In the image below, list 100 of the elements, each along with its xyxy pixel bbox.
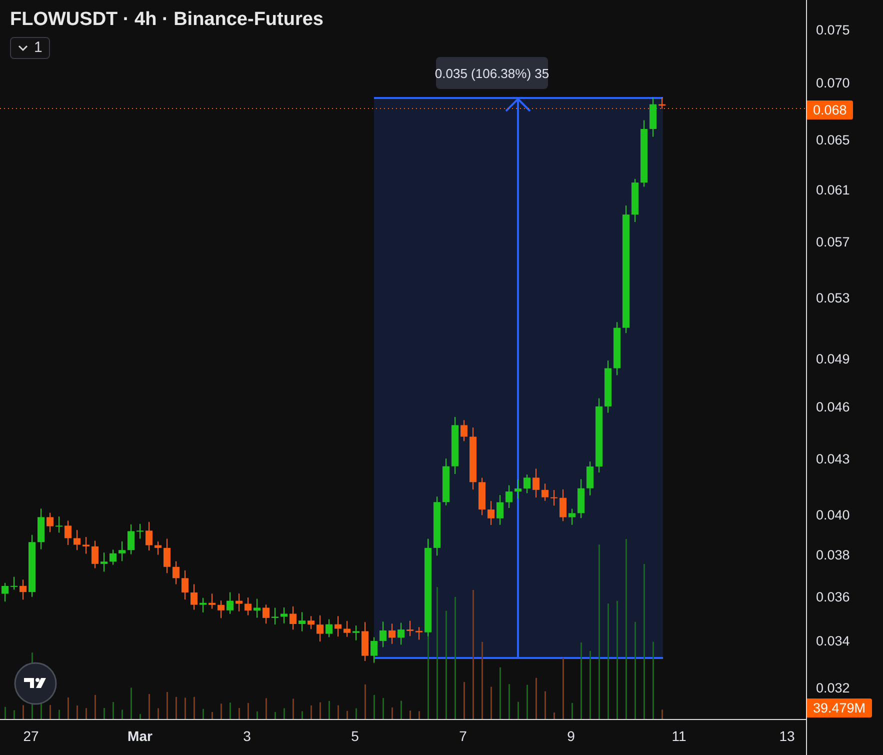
price-label: 0.046 <box>816 400 850 415</box>
candlestick <box>344 620 350 638</box>
candlestick <box>172 560 180 585</box>
candlestick <box>164 538 170 574</box>
candlestick <box>92 540 98 569</box>
candlestick <box>20 579 26 600</box>
candlestick <box>532 468 540 498</box>
symbol-title: FLOWUSDT · 4h · Binance-Futures <box>10 9 324 31</box>
candlestick <box>514 479 522 500</box>
candlestick <box>118 540 126 562</box>
date-label: 9 <box>567 728 575 744</box>
candlestick <box>650 97 656 138</box>
candlestick <box>326 618 332 638</box>
candlestick <box>146 521 152 552</box>
measure-label: 0.035 (106.38%) 35 <box>436 57 548 89</box>
candlestick <box>658 96 666 110</box>
price-label: 0.075 <box>816 22 850 38</box>
date-label: 5 <box>351 728 359 744</box>
candlestick <box>226 592 234 614</box>
candlestick <box>370 636 378 664</box>
candlestick <box>272 607 278 625</box>
date-label: 27 <box>23 728 39 744</box>
candlestick <box>128 524 134 555</box>
price-range-box[interactable] <box>374 97 663 659</box>
price-label: 0.070 <box>816 76 850 91</box>
candlestick <box>380 621 386 648</box>
indicators-toggle[interactable]: 1 <box>10 37 50 59</box>
price-label: 0.061 <box>816 182 850 197</box>
candlestick <box>316 614 324 642</box>
candlestick <box>640 120 648 188</box>
chevron-down-icon <box>18 44 28 50</box>
candlestick <box>10 576 18 590</box>
price-label: 0.053 <box>816 290 850 306</box>
date-label: 3 <box>243 728 251 744</box>
candlestick <box>416 626 422 640</box>
candlestick <box>470 427 476 490</box>
price-label: 0.038 <box>816 547 850 562</box>
candlestick <box>388 623 396 644</box>
candlestick <box>460 420 468 442</box>
candlestick <box>632 178 638 222</box>
candlestick <box>524 474 530 494</box>
candlestick <box>100 552 108 572</box>
candlestick <box>154 540 162 556</box>
logo-icon[interactable] <box>14 662 57 705</box>
candlestick <box>442 458 450 506</box>
candlestick <box>614 322 620 376</box>
candlestick <box>262 604 270 624</box>
price-label: 0.049 <box>816 351 850 366</box>
candlestick <box>478 477 486 516</box>
candlestick <box>334 616 342 637</box>
candlestick <box>38 508 44 550</box>
date-label: 13 <box>779 728 795 744</box>
candlestick <box>586 460 594 496</box>
candlestick <box>568 508 576 526</box>
price-label: 0.065 <box>816 132 850 148</box>
candlestick <box>452 416 458 474</box>
candlestick <box>200 597 206 613</box>
candlestick <box>236 592 242 612</box>
candlestick <box>208 593 216 610</box>
candlestick <box>136 523 144 540</box>
candlestick <box>308 616 314 630</box>
candlestick <box>56 516 62 534</box>
price-label: 0.034 <box>816 633 850 648</box>
candlestick <box>290 606 296 630</box>
price-label: 0.036 <box>816 589 850 604</box>
candlestick <box>550 489 558 506</box>
price-label: 0.040 <box>816 508 850 523</box>
candlestick <box>298 612 306 632</box>
candlestick <box>64 520 72 546</box>
last-price-tag: 0.068 <box>807 100 853 120</box>
candlestick <box>604 360 612 414</box>
candlestick <box>506 484 512 509</box>
candlestick <box>362 622 368 662</box>
candlestick <box>254 598 260 618</box>
candlestick <box>542 483 548 502</box>
candlestick <box>74 530 80 551</box>
candlestick <box>244 596 252 616</box>
candlestick <box>2 582 8 602</box>
date-label: 7 <box>459 728 467 744</box>
candlestick <box>110 549 116 566</box>
price-label: 0.043 <box>816 452 850 467</box>
candlestick <box>82 536 90 554</box>
date-label: 11 <box>672 728 686 744</box>
candlestick <box>28 534 36 598</box>
candlestick <box>560 488 566 522</box>
candlestick <box>352 625 360 641</box>
date-label: Mar <box>128 728 152 744</box>
candlestick <box>182 570 188 600</box>
volume-tag: 39.479M <box>807 698 872 718</box>
candlestick <box>398 622 404 646</box>
candlestick <box>406 620 414 637</box>
price-label: 0.032 <box>816 680 850 696</box>
candlestick <box>488 500 494 526</box>
price-label: 0.057 <box>816 234 850 250</box>
candlestick <box>578 478 584 519</box>
candlestick <box>280 606 288 624</box>
candlestick <box>218 600 224 619</box>
candlestick <box>434 496 440 556</box>
candlestick <box>46 512 54 533</box>
candlestick <box>496 494 504 526</box>
